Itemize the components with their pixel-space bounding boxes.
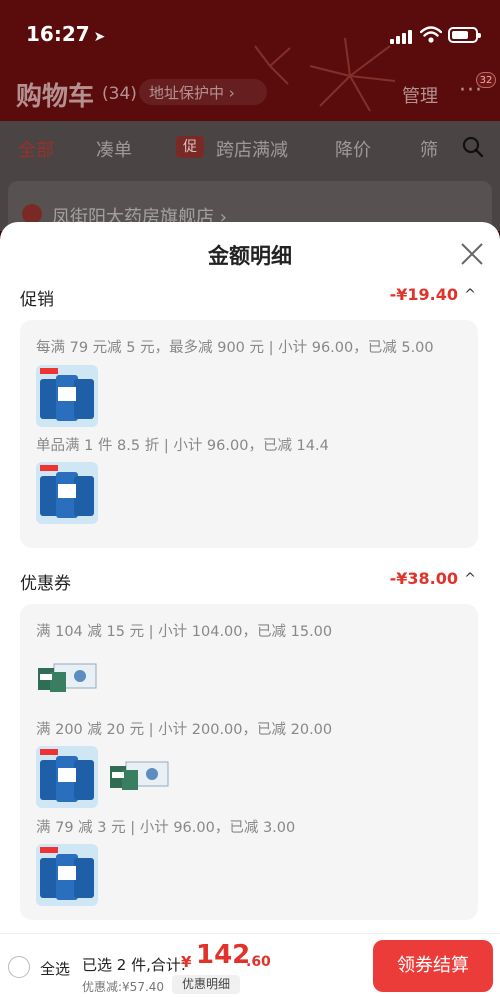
tab-price-drop[interactable]: 降价 [335, 136, 371, 162]
coupon-rule: 满 79 减 3 元 | 小计 96.00，已减 3.00 [36, 820, 296, 836]
discount-detail-button[interactable]: 优惠明细 [172, 975, 240, 994]
promotion-amount: -¥19.40 [389, 285, 458, 304]
total-currency: ¥ [181, 953, 192, 971]
product-thumbnail-bottle[interactable] [36, 365, 98, 427]
chevron-up-icon: ^ [464, 287, 476, 303]
tab-filter[interactable]: 筛 [420, 136, 438, 162]
select-all-label[interactable]: 全选 [40, 958, 70, 979]
battery-icon [448, 27, 481, 43]
checkout-button[interactable]: 领券结算 [373, 940, 493, 992]
status-time: 16:27 ➤ [26, 22, 105, 46]
sheet-title: 金额明细 [208, 244, 292, 268]
product-thumbnail-bottle[interactable] [36, 844, 98, 906]
coupon-rule: 满 104 减 15 元 | 小计 104.00，已减 15.00 [36, 624, 333, 640]
total-decimal: .60 [246, 954, 271, 970]
coupon-section-header[interactable]: 优惠券 -¥38.00 ^ [20, 569, 480, 594]
total-integer: 142 [196, 940, 251, 970]
address-protection-pill[interactable]: 地址保护中 › [139, 79, 267, 105]
promotion-rule: 每满 79 元减 5 元，最多减 900 元 | 小计 96.00，已减 5.0… [36, 340, 434, 356]
product-thumbnail-box[interactable] [108, 746, 170, 808]
promotion-card: 每满 79 元减 5 元，最多减 900 元 | 小计 96.00，已减 5.0… [20, 320, 478, 548]
product-thumbnail-bottle[interactable] [36, 462, 98, 524]
checkout-bar: 全选 已选 2 件,合计: ¥ 142 .60 优惠减:¥57.40 优惠明细 … [0, 933, 500, 997]
cellular-signal-icon [390, 28, 414, 44]
promo-tag: 促 [176, 136, 204, 158]
product-thumbnail-bottle[interactable] [36, 746, 98, 808]
amount-detail-sheet: 金额明细 促销 -¥19.40 ^ 每满 79 元减 5 元，最多减 900 元… [0, 222, 500, 997]
tab-bundle[interactable]: 凑单 [96, 136, 132, 162]
discount-amount: 优惠减:¥57.40 [82, 980, 165, 994]
address-protection-label: 地址保护中 › [149, 84, 235, 102]
tab-all[interactable]: 全部 [18, 136, 54, 162]
cart-page-background: 16:27 ➤ 购物车 (34) 地址保护中 › 管理 ··· 32 全部 凑单 … [0, 0, 500, 260]
coupon-amount: -¥38.00 [389, 569, 458, 588]
store-checkbox[interactable] [22, 204, 42, 224]
chevron-up-icon: ^ [464, 571, 476, 587]
coupon-card: 满 104 减 15 元 | 小计 104.00，已减 15.00 满 200 … [20, 604, 478, 920]
coupon-rule: 满 200 减 20 元 | 小计 200.00，已减 20.00 [36, 722, 333, 738]
search-icon[interactable] [462, 136, 484, 158]
cart-title: 购物车 [16, 82, 95, 112]
promotion-label: 促销 [20, 290, 54, 310]
wifi-icon [420, 26, 442, 43]
close-icon[interactable] [458, 240, 486, 268]
location-arrow-icon: ➤ [93, 29, 106, 45]
select-all-radio[interactable] [8, 956, 30, 978]
product-thumbnail-box[interactable] [36, 648, 98, 710]
promotion-section-header[interactable]: 促销 -¥19.40 ^ [20, 285, 480, 310]
status-bar: 16:27 ➤ [0, 18, 500, 52]
coupon-label: 优惠券 [20, 574, 71, 594]
manage-button[interactable]: 管理 [402, 82, 438, 108]
promotion-rule: 单品满 1 件 8.5 折 | 小计 96.00，已减 14.4 [36, 438, 329, 454]
cart-count: (34) [102, 84, 137, 104]
tab-cross-store-discount[interactable]: 跨店满减 [216, 136, 288, 162]
message-badge: 32 [476, 72, 496, 88]
time-text: 16:27 [26, 22, 90, 46]
selected-count: 已选 2 件,合计: [82, 956, 186, 974]
